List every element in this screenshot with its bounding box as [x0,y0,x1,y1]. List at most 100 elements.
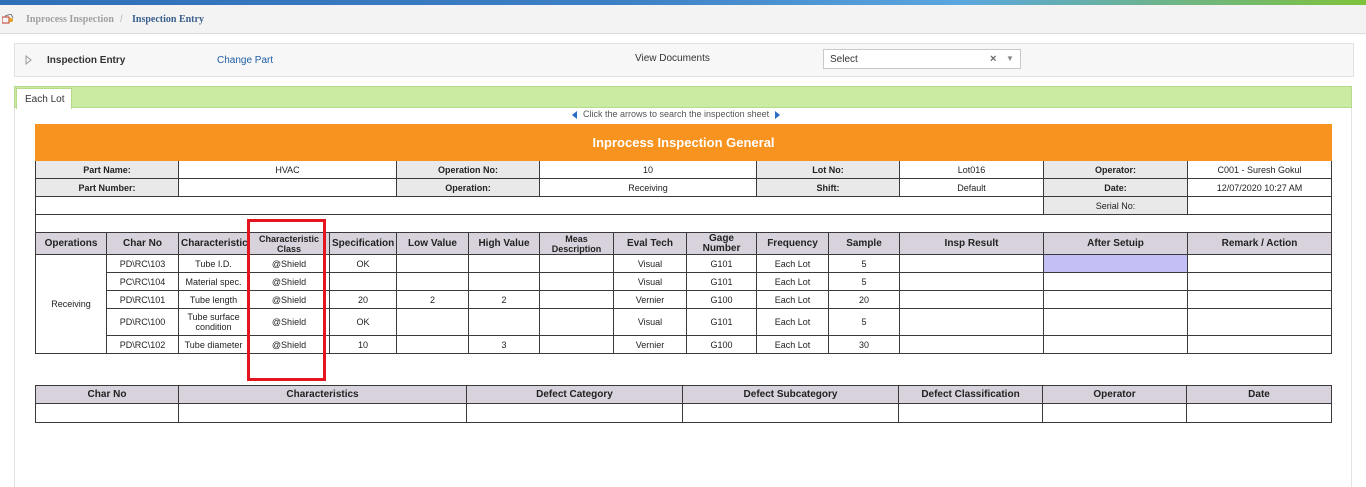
eval-cell: Visual [613,272,687,291]
insp-result-input[interactable] [899,272,1044,291]
col-operations: Operations [35,232,107,255]
meas-cell [539,272,614,291]
remark-input[interactable] [1186,272,1333,291]
operation-value: Receiving [539,178,757,197]
remark-input[interactable] [1186,254,1333,273]
after-setup-input[interactable] [1043,272,1188,291]
freq-cell: Each Lot [756,335,829,354]
clear-icon[interactable]: × [990,53,996,65]
search-hint: Click the arrows to search the inspectio… [572,109,802,121]
table-row: Receiving PD\RC\103 Tube I.D. @Shield OK… [35,254,1333,354]
col-sample: Sample [828,232,900,255]
operator-label: Operator: [1043,160,1188,179]
defect-cell[interactable] [466,403,683,423]
sample-cell: 20 [828,290,900,309]
operation-no-value: 10 [539,160,757,179]
gage-cell: G100 [686,335,757,354]
arrow-right-icon[interactable] [775,110,781,119]
chevron-down-icon[interactable]: ▼ [1006,54,1014,63]
table-row: PD\RC\100 Tube surface condition @Shield… [36,308,1333,336]
characteristic-cell: Tube I.D. [178,254,249,273]
high-cell: 3 [468,335,540,354]
table-row: PD\RC\102 Tube diameter @Shield 10 3 Ver… [36,335,1333,354]
toolbar-title: Inspection Entry [47,55,126,66]
gage-cell: G100 [686,290,757,309]
after-setup-input[interactable] [1043,308,1188,336]
freq-cell: Each Lot [756,254,829,273]
low-cell [396,308,469,336]
remark-input[interactable] [1186,290,1333,309]
defect-cell[interactable] [1186,403,1332,423]
lot-no-label: Lot No: [756,160,900,179]
meas-cell [539,254,614,273]
after-setup-input[interactable] [1043,290,1188,309]
view-documents-label: View Documents [635,53,710,64]
defect-col-category: Defect Category [466,385,683,404]
col-eval-tech: Eval Tech [613,232,687,255]
characteristics-header-row: Operations Char No Characteristics Chara… [35,232,1333,255]
spec-cell [329,272,397,291]
remark-input[interactable] [1186,335,1333,354]
defect-cell[interactable] [178,403,467,423]
sample-cell: 5 [828,308,900,336]
view-documents-select[interactable]: Select × ▼ [823,49,1021,69]
operation-group-cell: Receiving [35,254,107,354]
breadcrumb-separator: / [120,14,123,25]
low-cell [396,272,469,291]
inspection-app-icon [2,14,14,24]
low-cell [396,254,469,273]
defect-header-row: Char No Characteristics Defect Category … [35,385,1332,404]
char-no-cell: PD\RC\100 [106,308,179,336]
part-number-value [178,178,397,197]
col-specification: Specification [329,232,397,255]
col-characteristics: Characteristics [178,232,249,255]
col-insp-result: Insp Result [899,232,1044,255]
col-remark-action: Remark / Action [1186,232,1333,255]
characteristic-class-highlight [247,219,326,381]
meas-cell [539,335,614,354]
date-value: 12/07/2020 10:27 AM [1186,178,1333,197]
insp-result-input[interactable] [899,290,1044,309]
insp-result-input[interactable] [899,308,1044,336]
eval-cell: Visual [613,308,687,336]
breadcrumb-root[interactable]: Inprocess Inspection [26,14,114,25]
tab-each-lot[interactable]: Each Lot [16,88,72,109]
after-setup-input[interactable] [1043,335,1188,354]
arrow-left-icon[interactable] [572,110,577,119]
spec-cell: OK [329,308,397,336]
change-part-link[interactable]: Change Part [217,55,273,66]
meas-cell [539,290,614,309]
serial-no-value [1186,196,1333,215]
expand-arrow-icon[interactable] [25,55,33,65]
tab-label: Each Lot [25,94,65,105]
hint-text: Click the arrows to search the inspectio… [583,109,770,119]
defect-cell[interactable] [1042,403,1187,423]
freq-cell: Each Lot [756,308,829,336]
eval-cell: Vernier [613,335,687,354]
breadcrumb: Inprocess Inspection / Inspection Entry [0,5,1366,34]
remark-input[interactable] [1186,308,1333,336]
eval-cell: Vernier [613,290,687,309]
serial-no-label: Serial No: [1043,196,1188,215]
inspection-general-table: Inprocess Inspection General Part Name: … [34,124,1333,354]
low-cell [396,335,469,354]
select-value: Select [830,54,858,65]
table-row: PC\RC\104 Material spec. @Shield Visual … [36,272,1333,291]
sample-cell: 30 [828,335,900,354]
lot-no-value: Lot016 [899,160,1044,179]
after-setup-input[interactable] [1043,254,1188,273]
defect-cell[interactable] [35,403,179,423]
characteristic-cell: Material spec. [178,272,249,291]
date-label: Date: [1043,178,1188,197]
char-no-cell: PD\RC\103 [106,254,179,273]
characteristic-cell: Tube surface condition [178,308,249,336]
defect-cell[interactable] [682,403,899,423]
insp-result-input[interactable] [899,254,1044,273]
col-meas-description: Meas Description [539,232,614,255]
col-char-no: Char No [106,232,179,255]
defect-cell[interactable] [898,403,1043,423]
table-row: PD\RC\101 Tube length @Shield 20 2 2 Ver… [36,290,1333,309]
spec-cell: OK [329,254,397,273]
insp-result-input[interactable] [899,335,1044,354]
gage-cell: G101 [686,272,757,291]
